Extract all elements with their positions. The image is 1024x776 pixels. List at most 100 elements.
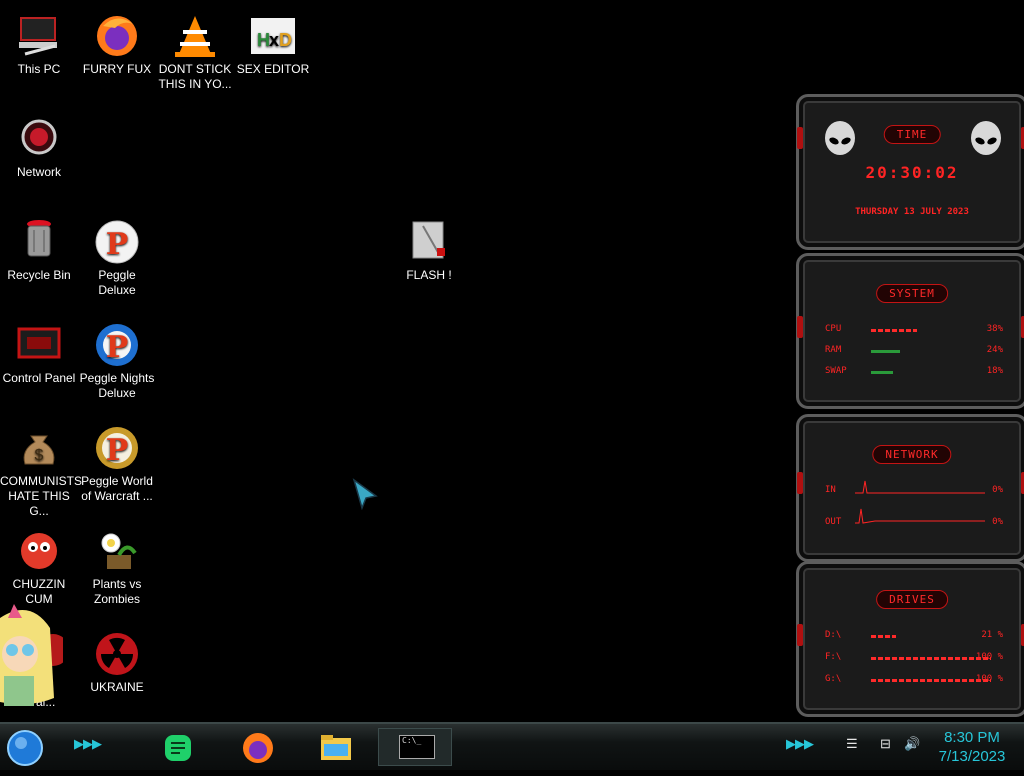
desktop-icon-label: Network	[16, 165, 61, 179]
svg-text:D: D	[279, 30, 292, 50]
drive-f-value: 100 %	[975, 652, 1003, 662]
network-out-value: 0%	[992, 517, 1003, 527]
firefox-icon	[243, 733, 273, 763]
time-widget-title: TIME	[883, 125, 941, 144]
drives-widget: DRIVES D:\ 21 % F:\ 100 % G:\ 100 %	[796, 561, 1024, 717]
desktop-icon-label: This PC	[17, 62, 61, 76]
taskbar-time: 8:30 PM	[944, 729, 1000, 746]
widget-accent	[797, 316, 803, 338]
svg-text:x: x	[269, 30, 279, 50]
tray-overflow-icon[interactable]: ☰	[846, 736, 858, 776]
desktop-icon-label: DONT STICK THIS IN YO...	[158, 62, 232, 91]
cpu-row: CPU 38%	[825, 324, 1003, 338]
swap-value: 18%	[986, 366, 1003, 376]
desktop-icon-plants-vs-zombies[interactable]: Plants vs Zombies	[78, 527, 156, 607]
alien-head-icon	[969, 121, 1003, 164]
desktop-icon-chuzzle[interactable]: CHUZZIN CUM	[0, 527, 78, 607]
system-widget: SYSTEM CPU 38% RAM 24% SWAP 18%	[796, 253, 1024, 409]
taskbar-clock[interactable]: 8:30 PM 7/13/2023	[930, 728, 1014, 768]
desktop-icon-flash[interactable]: FLASH !	[390, 218, 468, 283]
network-widget-title: NETWORK	[872, 445, 952, 464]
taskbar-app-firefox[interactable]	[240, 730, 276, 766]
drive-g-label: G:\	[825, 674, 842, 684]
pvz-icon	[93, 527, 141, 575]
drive-g-row: G:\ 100 %	[825, 674, 1003, 688]
ram-row: RAM 24%	[825, 345, 1003, 359]
cpu-label: CPU	[825, 324, 842, 334]
desktop-icon-peggle-nights[interactable]: P Peggle Nights Deluxe	[78, 321, 156, 401]
desktop-icon-this-pc[interactable]: This PC	[0, 12, 78, 77]
volume-tray-icon[interactable]: 🔊	[904, 736, 920, 776]
swap-label: SWAP	[825, 366, 847, 376]
network-icon	[15, 115, 63, 163]
desktop-icon-label: Peggle Deluxe	[98, 268, 136, 297]
drive-f-row: F:\ 100 %	[825, 652, 1003, 666]
desktop-icon-peggle-deluxe[interactable]: P Peggle Deluxe	[78, 218, 156, 298]
desktop-icon-label: COMMUNISTS HATE THIS G...	[0, 474, 82, 518]
drive-g-bar	[871, 679, 991, 682]
control-panel-icon	[15, 321, 63, 369]
time-widget-clock: 20:30:02	[865, 163, 959, 182]
taskbar-app-command-prompt[interactable]: C:\_	[378, 728, 452, 766]
money-bag-icon: $	[15, 424, 63, 472]
swap-bar	[871, 371, 893, 374]
desktop-icon-label: FURRY FUX	[82, 62, 152, 76]
mouse-cursor	[352, 478, 380, 515]
cpu-bar	[871, 329, 917, 332]
taskbar-decor-chevrons: ▶▶▶	[74, 736, 102, 751]
desktop-icon-peggle-wow[interactable]: P Peggle World of Warcraft ...	[78, 424, 156, 504]
desktop-icon-label: Peggle Nights Deluxe	[79, 371, 155, 400]
drive-f-label: F:\	[825, 652, 842, 662]
time-widget: TIME 20:30:02 THURSDAY 13 JULY 2023	[796, 94, 1024, 250]
ram-bar	[871, 350, 900, 353]
desktop-icon-sex-editor[interactable]: HxD SEX EDITOR	[234, 12, 312, 77]
taskbar-app-notes[interactable]	[160, 730, 196, 766]
ram-value: 24%	[986, 345, 1003, 355]
swap-row: SWAP 18%	[825, 366, 1003, 380]
drives-widget-title: DRIVES	[876, 590, 948, 609]
taskbar-date: 7/13/2023	[938, 748, 1006, 765]
drive-f-bar	[871, 657, 991, 660]
desktop-icon-communists[interactable]: $ COMMUNISTS HATE THIS G...	[0, 424, 82, 519]
desktop-icon-control-panel[interactable]: Control Panel	[0, 321, 78, 386]
desktop-icon-dont-stick[interactable]: DONT STICK THIS IN YO...	[156, 12, 234, 92]
cartoon-character-overlay	[0, 598, 56, 720]
network-in-row: IN 0%	[825, 480, 1003, 499]
svg-text:$: $	[35, 447, 44, 464]
radiation-icon	[93, 630, 141, 678]
this-pc-icon	[15, 12, 63, 60]
peggle-nights-icon: P	[93, 321, 141, 369]
recycle-bin-icon	[15, 218, 63, 266]
network-widget: NETWORK IN 0% OUT 0%	[796, 414, 1024, 562]
cpu-value: 38%	[986, 324, 1003, 334]
desktop-icon-label: UKRAINE	[90, 680, 144, 694]
desktop-icon-recycle-bin[interactable]: Recycle Bin	[0, 218, 78, 283]
widget-accent	[797, 127, 803, 149]
desktop-icon-furry-fux[interactable]: FURRY FUX	[78, 12, 156, 77]
peggle-icon: P	[93, 218, 141, 266]
taskbar: ▶▶▶ C:\_ ▶▶▶ ☰ ⊟ 🔊 8:30 PM 7/13/2023	[0, 722, 1024, 770]
desktop-icon-label: FLASH !	[406, 268, 452, 282]
desktop: This PC Network Recycle Bin Control Pane…	[0, 0, 1024, 722]
desktop-icon-network[interactable]: Network	[0, 115, 78, 180]
taskbar-decor-chevrons: ▶▶▶	[786, 736, 814, 751]
network-in-graph	[855, 480, 985, 494]
desktop-icon-label: Plants vs Zombies	[92, 577, 142, 606]
drive-d-label: D:\	[825, 630, 842, 640]
network-in-label: IN	[825, 485, 836, 495]
widget-accent	[797, 624, 803, 646]
svg-text:P: P	[106, 330, 129, 365]
system-widget-title: SYSTEM	[876, 284, 948, 303]
desktop-icon-ukraine[interactable]: UKRAINE	[78, 630, 156, 695]
start-button[interactable]	[6, 729, 44, 767]
start-orb-icon	[7, 730, 43, 766]
network-tray-icon[interactable]: ⊟	[880, 736, 891, 776]
desktop-icon-label: Control Panel	[2, 371, 76, 385]
peggle-wow-icon: P	[93, 424, 141, 472]
drive-d-bar	[871, 635, 896, 638]
svg-text:P: P	[106, 227, 129, 262]
drive-d-value: 21 %	[981, 630, 1003, 640]
taskbar-app-file-explorer[interactable]	[318, 730, 354, 766]
terminal-icon: C:\_	[399, 735, 435, 759]
ram-label: RAM	[825, 345, 842, 355]
